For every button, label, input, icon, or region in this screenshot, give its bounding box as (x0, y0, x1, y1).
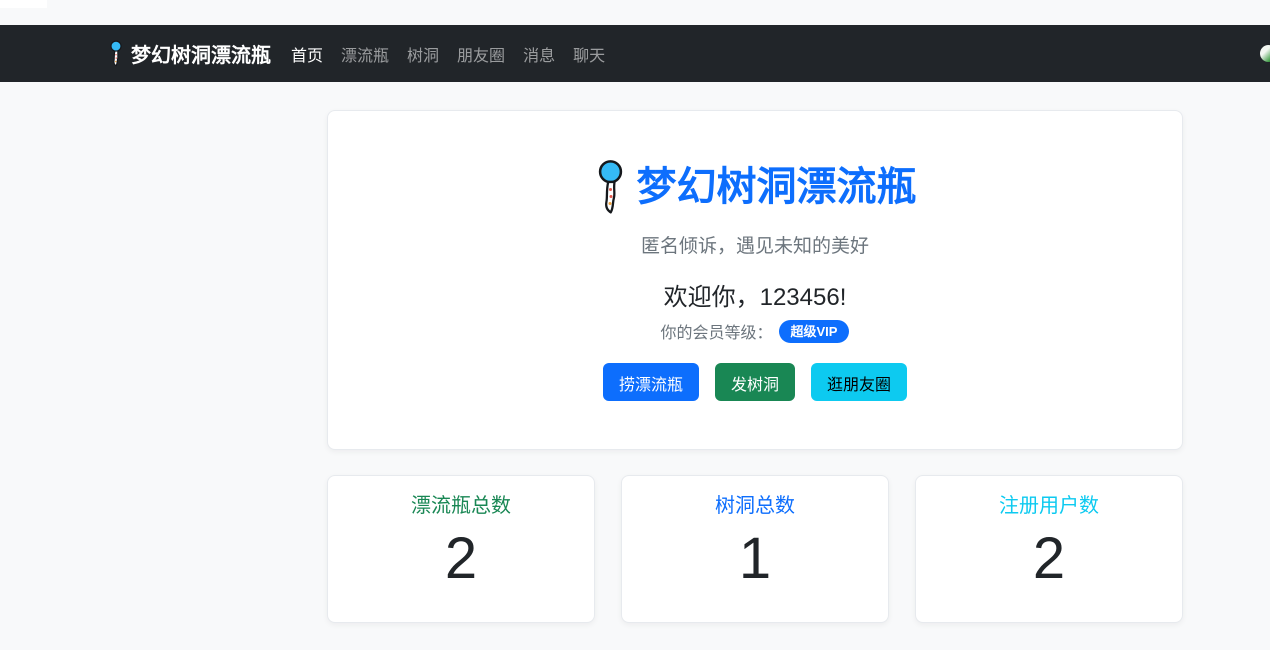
main-content: 梦幻树洞漂流瓶 匿名倾诉，遇见未知的美好 欢迎你，123456! 你的会员等级：… (327, 110, 1183, 623)
stat-card-tree-holes: 树洞总数 1 (621, 475, 889, 623)
wind-chime-icon (594, 159, 627, 215)
screen-corner-artifact (0, 0, 47, 8)
nav-item-moments[interactable]: 朋友圈 (448, 34, 514, 74)
stat-label: 树洞总数 (622, 492, 888, 520)
top-strip (0, 0, 1270, 25)
tagline: 匿名倾诉，遇见未知的美好 (328, 233, 1182, 261)
stats-row: 漂流瓶总数 2 树洞总数 1 注册用户数 2 (327, 475, 1183, 623)
wind-chime-icon (108, 40, 124, 67)
stat-card-registered-users: 注册用户数 2 (915, 475, 1183, 623)
member-level-row: 你的会员等级： 超级VIP (328, 319, 1182, 343)
stat-card-drift-bottles: 漂流瓶总数 2 (327, 475, 595, 623)
nav-menu: 首页 漂流瓶 树洞 朋友圈 消息 聊天 (282, 34, 614, 74)
vip-badge: 超级VIP (779, 320, 850, 343)
post-tree-hole-button[interactable]: 发树洞 (715, 363, 795, 401)
stat-label: 漂流瓶总数 (328, 492, 594, 520)
member-level-label: 你的会员等级： (661, 319, 773, 343)
action-buttons: 捞漂流瓶 发树洞 逛朋友圈 (328, 363, 1182, 401)
nav-item-tree-hole[interactable]: 树洞 (398, 34, 448, 74)
nav-item-messages[interactable]: 消息 (514, 34, 564, 74)
stat-value: 1 (622, 524, 888, 594)
nav-item-chat[interactable]: 聊天 (564, 34, 614, 74)
welcome-message: 欢迎你，123456! (328, 283, 1182, 313)
nav-item-drift-bottle[interactable]: 漂流瓶 (332, 34, 398, 74)
nav-item-home[interactable]: 首页 (282, 34, 332, 74)
navbar: 梦幻树洞漂流瓶 首页 漂流瓶 树洞 朋友圈 消息 聊天 (0, 25, 1270, 82)
fish-drift-bottle-button[interactable]: 捞漂流瓶 (603, 363, 699, 401)
stat-value: 2 (328, 524, 594, 594)
page-title: 梦幻树洞漂流瓶 (637, 159, 917, 215)
brand-label: 梦幻树洞漂流瓶 (131, 39, 271, 68)
welcome-card: 梦幻树洞漂流瓶 匿名倾诉，遇见未知的美好 欢迎你，123456! 你的会员等级：… (327, 110, 1183, 450)
hero-title-row: 梦幻树洞漂流瓶 (328, 159, 1182, 215)
browse-moments-button[interactable]: 逛朋友圈 (811, 363, 907, 401)
stat-value: 2 (916, 524, 1182, 594)
brand-link[interactable]: 梦幻树洞漂流瓶 (108, 39, 271, 68)
edge-floating-widget[interactable] (1260, 45, 1270, 62)
stat-label: 注册用户数 (916, 492, 1182, 520)
